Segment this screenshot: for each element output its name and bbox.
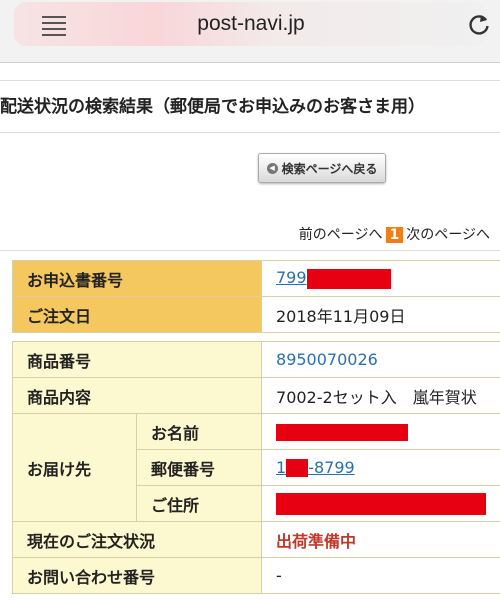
postal-code-suffix[interactable]: -8799 — [308, 458, 355, 477]
table-row: 商品番号 8950070026 — [11, 341, 500, 378]
current-page-number: 1 — [385, 227, 404, 243]
order-number-link[interactable]: 799 — [276, 268, 307, 287]
browser-toolbar: post-navi.jp — [0, 0, 500, 62]
table-row: お問い合わせ番号 - — [11, 557, 500, 594]
prev-page-link[interactable]: 前のページへ — [299, 227, 383, 243]
redaction-mark — [276, 424, 409, 441]
order-detail-table: 商品番号 8950070026 商品内容 7002-2セット入 嵐年賀状 お届け… — [11, 341, 500, 594]
url-text[interactable]: post-navi.jp — [14, 12, 488, 36]
redaction-mark — [306, 268, 391, 289]
order-number-label: お申込書番号 — [12, 260, 262, 297]
product-content-value: 7002-2セット入 嵐年賀状 — [261, 377, 500, 414]
recipient-name-cell — [261, 413, 500, 450]
pager: 前のページへ 1 次のページへ — [299, 224, 490, 244]
postal-code-label: 郵便番号 — [135, 449, 263, 486]
order-status-label: 現在のご注文状況 — [11, 521, 263, 558]
reload-icon[interactable] — [466, 12, 492, 38]
address-label: ご住所 — [135, 485, 263, 522]
table-row: お届け先 お名前 — [12, 413, 500, 522]
order-number-cell: 799 — [261, 260, 500, 297]
product-number-label: 商品番号 — [11, 341, 263, 378]
page-title: 配送状況の検索結果（郵便局でお申込みのお客さま用） — [0, 97, 425, 117]
postal-code-cell: 1 -8799 — [261, 449, 500, 486]
back-to-search-button[interactable]: ◀ 検索ページへ戻る — [258, 153, 386, 183]
table-row: ご注文日 2018年11月09日 — [12, 296, 500, 333]
address-bar[interactable]: post-navi.jp — [14, 2, 489, 46]
divider — [0, 62, 500, 63]
table-row: お申込書番号 799 — [12, 260, 500, 297]
order-date-label: ご注文日 — [12, 296, 262, 333]
order-summary-table: お申込書番号 799 ご注文日 2018年11月09日 — [12, 260, 500, 333]
order-status-value: 出荷準備中 — [261, 521, 500, 558]
divider — [0, 250, 500, 251]
order-date-value: 2018年11月09日 — [261, 296, 500, 333]
divider — [0, 80, 500, 81]
product-content-label: 商品内容 — [11, 377, 263, 414]
inquiry-number-label: お問い合わせ番号 — [11, 557, 263, 594]
table-row: 現在のご注文状況 出荷準備中 — [11, 521, 500, 558]
delivery-destination-label: お届け先 — [12, 413, 137, 522]
next-page-link[interactable]: 次のページへ — [406, 227, 490, 243]
address-cell — [261, 485, 500, 522]
redaction-mark — [286, 459, 309, 478]
postal-code-prefix[interactable]: 1 — [276, 458, 286, 477]
redaction-mark — [276, 492, 487, 515]
table-row: 商品内容 7002-2セット入 嵐年賀状 — [11, 377, 500, 414]
back-button-label: 検索ページへ戻る — [281, 161, 378, 176]
inquiry-number-value: - — [261, 557, 500, 594]
product-number-value: 8950070026 — [261, 341, 500, 378]
recipient-name-label: お名前 — [135, 413, 263, 450]
back-arrow-icon: ◀ — [266, 162, 278, 174]
divider — [0, 132, 500, 133]
